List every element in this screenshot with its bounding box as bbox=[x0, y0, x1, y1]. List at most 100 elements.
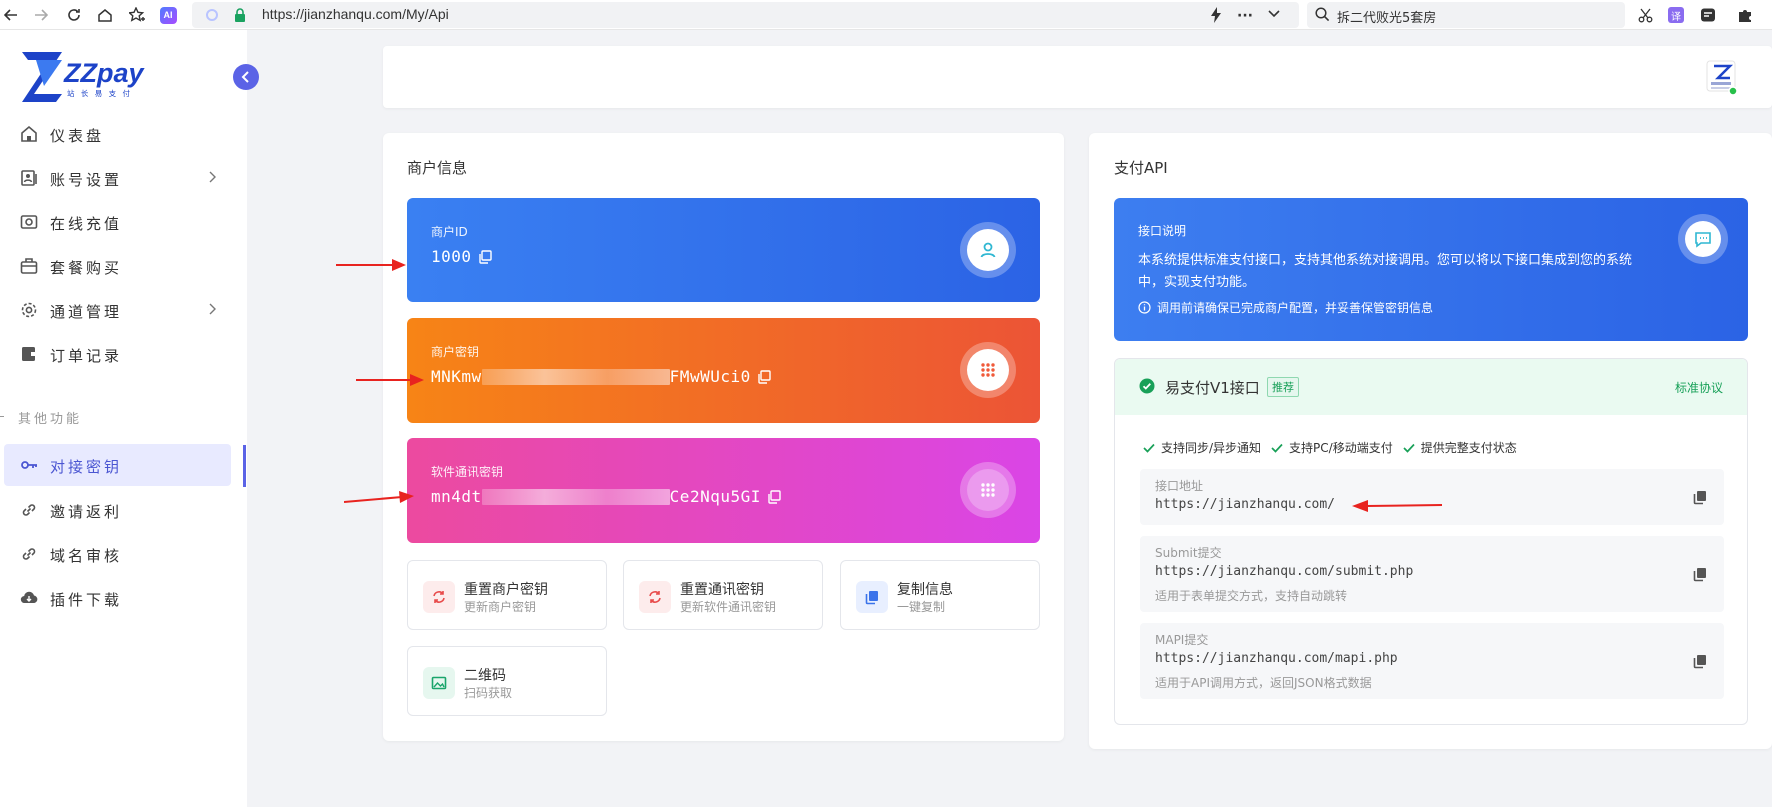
sidebar-item-order-records[interactable]: 订单记录 bbox=[0, 333, 247, 375]
info-note: 调用前请确保已完成商户配置，并妥善保管密钥信息 bbox=[1157, 301, 1434, 315]
reset-comm-key-button[interactable]: 重置通讯密钥 更新软件通讯密钥 bbox=[623, 560, 823, 630]
info-desc-line2: 中，实现支付功能。 bbox=[1138, 275, 1256, 290]
protocol-label[interactable]: 标准协议 bbox=[1675, 379, 1723, 396]
merchant-key-value[interactable]: MNKmw FMwWUci0 bbox=[431, 367, 751, 386]
copy-icon[interactable] bbox=[767, 489, 781, 504]
software-key-end: Ce2Nqu5GI bbox=[669, 487, 761, 506]
chevron-right-icon bbox=[208, 303, 216, 315]
refresh-icon bbox=[423, 581, 455, 613]
browser-search-box[interactable]: 拆二代败光5套房 bbox=[1307, 2, 1625, 28]
translate-icon[interactable]: 译 bbox=[1665, 4, 1687, 26]
sidebar-collapse-button[interactable] bbox=[233, 64, 259, 90]
forward-icon[interactable] bbox=[30, 4, 52, 26]
feature-item: 支持PC/移动端支付 bbox=[1271, 439, 1393, 456]
reader-icon[interactable] bbox=[1697, 4, 1719, 26]
endpoint-url[interactable]: https://jianzhanqu.com/submit.php bbox=[1155, 564, 1413, 579]
section-label-other: 其他功能 bbox=[18, 412, 83, 427]
address-bar[interactable]: https://jianzhanqu.com/My/Api ··· bbox=[192, 2, 1299, 28]
more-icon[interactable]: ··· bbox=[1237, 8, 1253, 24]
sidebar-item-online-recharge[interactable]: 在线充值 bbox=[0, 201, 247, 243]
copy-info-button[interactable]: 复制信息 一键复制 bbox=[840, 560, 1040, 630]
software-key-value[interactable]: mn4dt Ce2Nqu5GI bbox=[431, 487, 761, 506]
annotation-arrow bbox=[336, 259, 406, 271]
sidebar-item-api-keys[interactable]: 对接密钥 bbox=[4, 444, 231, 486]
sidebar-item-label: 仪表盘 bbox=[50, 127, 105, 145]
endpoint-submit: Submit提交 https://jianzhanqu.com/submit.p… bbox=[1140, 536, 1724, 612]
action-subtitle: 扫码获取 bbox=[464, 686, 513, 700]
ai-extension-icon[interactable]: AI bbox=[157, 4, 179, 26]
avatar[interactable] bbox=[1706, 58, 1738, 96]
sidebar-item-domain-review[interactable]: 域名审核 bbox=[0, 533, 247, 575]
merchant-id-value-row: 1000 bbox=[431, 247, 492, 266]
home-browser-icon[interactable] bbox=[94, 4, 116, 26]
epay-v1-card: 易支付V1接口 推荐 标准协议 支持同步/异步通知 支持PC/移动端支付 提供完… bbox=[1114, 358, 1748, 725]
feature-item: 提供完整支付状态 bbox=[1403, 439, 1517, 456]
bookmark-star-icon[interactable] bbox=[126, 4, 148, 26]
feature-text: 提供完整支付状态 bbox=[1420, 441, 1517, 455]
sidebar-item-account-settings[interactable]: 账号设置 bbox=[0, 157, 247, 199]
home-icon bbox=[20, 125, 38, 143]
endpoint-desc: 适用于表单提交方式，支持自动跳转 bbox=[1155, 589, 1348, 603]
chevron-right-icon bbox=[208, 171, 216, 183]
image-icon bbox=[423, 667, 455, 699]
sidebar-item-dashboard[interactable]: 仪表盘 bbox=[0, 113, 247, 155]
check-icon bbox=[1271, 443, 1283, 453]
sidebar-item-package-purchase[interactable]: 套餐购买 bbox=[0, 245, 247, 287]
qr-code-button[interactable]: 二维码 扫码获取 bbox=[407, 646, 607, 716]
annotation-arrow bbox=[1352, 500, 1442, 512]
zzpay-logo[interactable]: ZZpay 站 长 易 支 付 bbox=[22, 52, 162, 102]
sidebar-item-label: 账号设置 bbox=[50, 171, 123, 189]
sidebar-item-label: 套餐购买 bbox=[50, 259, 123, 277]
reset-merchant-key-button[interactable]: 重置商户密钥 更新商户密钥 bbox=[407, 560, 607, 630]
briefcase-icon bbox=[20, 257, 38, 275]
endpoint-url[interactable]: https://jianzhanqu.com/ bbox=[1155, 497, 1335, 512]
scissors-icon[interactable] bbox=[1634, 4, 1656, 26]
endpoint-label: MAPI提交 bbox=[1155, 633, 1209, 647]
copy-icon[interactable] bbox=[757, 369, 771, 384]
merchant-id-label: 商户ID bbox=[431, 225, 468, 239]
key-icon bbox=[20, 456, 38, 474]
epay-v1-header: 易支付V1接口 推荐 标准协议 bbox=[1115, 359, 1747, 415]
merchant-id-value[interactable]: 1000 bbox=[431, 247, 472, 266]
message-ring bbox=[1678, 214, 1728, 264]
copy-icon[interactable] bbox=[1692, 489, 1708, 505]
recommend-badge: 推荐 bbox=[1267, 377, 1299, 397]
feature-text: 支持同步/异步通知 bbox=[1161, 441, 1262, 455]
epay-v1-title: 易支付V1接口 bbox=[1165, 379, 1260, 397]
endpoint-url[interactable]: https://jianzhanqu.com/mapi.php bbox=[1155, 651, 1398, 666]
info-circle-icon bbox=[1138, 301, 1151, 314]
reload-icon[interactable] bbox=[63, 4, 85, 26]
endpoint-api-address: 接口地址 https://jianzhanqu.com/ bbox=[1140, 469, 1724, 525]
software-key-label: 软件通讯密钥 bbox=[431, 465, 504, 479]
action-subtitle: 更新商户密钥 bbox=[464, 600, 537, 614]
back-icon[interactable] bbox=[0, 4, 22, 26]
copy-icon[interactable] bbox=[478, 249, 492, 264]
chevron-down-icon[interactable] bbox=[1268, 10, 1280, 18]
camera-icon bbox=[20, 213, 38, 231]
lightning-icon[interactable] bbox=[1210, 7, 1222, 23]
puzzle-extension-icon[interactable] bbox=[1734, 4, 1756, 26]
cloud-download-icon bbox=[20, 589, 38, 607]
wallet-icon bbox=[20, 345, 38, 363]
keypad-ring bbox=[960, 342, 1016, 398]
user-icon bbox=[978, 240, 998, 260]
info-note-row: 调用前请确保已完成商户配置，并妥善保管密钥信息 bbox=[1138, 299, 1433, 316]
software-key-card: 软件通讯密钥 mn4dt Ce2Nqu5GI bbox=[407, 438, 1040, 543]
sidebar-item-label: 域名审核 bbox=[50, 547, 123, 565]
top-header-card bbox=[383, 46, 1772, 108]
search-text: 拆二代败光5套房 bbox=[1337, 11, 1437, 26]
action-title: 二维码 bbox=[464, 668, 506, 684]
sidebar-item-plugin-download[interactable]: 插件下载 bbox=[0, 577, 247, 619]
sidebar-item-channel-management[interactable]: 通道管理 bbox=[0, 289, 247, 331]
sidebar-item-label: 在线充值 bbox=[50, 215, 123, 233]
copy-icon[interactable] bbox=[1692, 566, 1708, 582]
feature-list: 支持同步/异步通知 支持PC/移动端支付 提供完整支付状态 bbox=[1143, 439, 1517, 456]
sidebar-item-invite-rebate[interactable]: 邀请返利 bbox=[0, 489, 247, 531]
account-icon bbox=[20, 169, 38, 187]
copy-icon[interactable] bbox=[1692, 653, 1708, 669]
software-key-value-row: mn4dt Ce2Nqu5GI bbox=[431, 487, 781, 506]
check-icon bbox=[1403, 443, 1415, 453]
lock-icon bbox=[234, 8, 246, 22]
site-icon bbox=[206, 9, 218, 21]
feature-item: 支持同步/异步通知 bbox=[1143, 439, 1261, 456]
